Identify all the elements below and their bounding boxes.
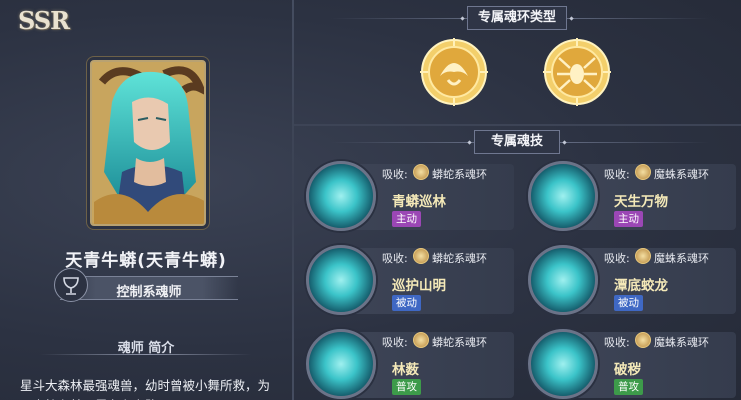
- skill-type-tag: 主动: [614, 211, 643, 227]
- skill-name: 破秽: [614, 362, 641, 378]
- skill-name: 巡护山明: [392, 278, 446, 294]
- spider-ring-mini-icon: [635, 332, 651, 348]
- skill-type-tag: 主动: [392, 211, 421, 227]
- panel-divider: [292, 0, 294, 400]
- rarity-badge: SSR: [18, 6, 70, 35]
- python-ring-icon[interactable]: [418, 36, 490, 108]
- spider-ring-icon[interactable]: [541, 36, 613, 108]
- python-ring-mini-icon: [413, 248, 429, 264]
- absorb-label: 吸收:: [604, 168, 630, 181]
- tentacle-skill-icon: [528, 161, 598, 231]
- skill-type-tag: 普攻: [614, 379, 643, 395]
- absorb-label: 吸收:: [604, 336, 630, 349]
- spider-ring-mini-icon: [635, 164, 651, 180]
- hero-portrait-art: [92, 62, 204, 224]
- hero-name: 天青牛蟒(天青牛蟒): [65, 251, 227, 271]
- skill-card[interactable]: 吸收: 蟒蛇系魂环 巡护山明 被动: [306, 242, 514, 318]
- section-divider: [294, 124, 741, 126]
- absorb-label: 吸收:: [382, 252, 408, 265]
- skill-ring-source: 魔蛛系魂环: [654, 336, 709, 349]
- skill-name: 天生万物: [614, 194, 668, 210]
- intro-text: 星斗大森林最强魂兽，幼时曾被小舞所救，为了守护在林区里存在之路: [20, 378, 271, 400]
- skill-ring-source: 蟒蛇系魂环: [432, 168, 487, 181]
- python-ring-mini-icon: [413, 164, 429, 180]
- skill-card[interactable]: 吸收: 蟒蛇系魂环 林薮 普攻: [306, 326, 514, 400]
- skill-type-tag: 被动: [392, 295, 421, 311]
- skill-name: 林薮: [392, 362, 419, 378]
- leaf-orb-skill-icon: [306, 329, 376, 399]
- hero-role: 控制系魂师: [116, 285, 182, 300]
- skill-type-tag: 被动: [614, 295, 643, 311]
- light-orb-skill-icon: [528, 329, 598, 399]
- intro-divider: [40, 354, 252, 355]
- skill-ring-source: 魔蛛系魂环: [654, 252, 709, 265]
- absorb-label: 吸收:: [604, 252, 630, 265]
- skill-name: 青蟒巡林: [392, 194, 446, 210]
- skill-ring-source: 蟒蛇系魂环: [432, 336, 487, 349]
- python-ring-mini-icon: [413, 332, 429, 348]
- absorb-label: 吸收:: [382, 168, 408, 181]
- hero-info-panel: SSR 天青牛蟒(天青牛蟒) 控制系魂师 魂师 简介 星斗大森林最强魂兽，幼时曾…: [0, 0, 292, 400]
- skill-type-tag: 普攻: [392, 379, 421, 395]
- skill-section-title: 专属魂技: [474, 130, 560, 154]
- skill-card[interactable]: 吸收: 魔蛛系魂环 破秽 普攻: [528, 326, 736, 400]
- skill-card[interactable]: 吸收: 蟒蛇系魂环 青蟒巡林 主动: [306, 158, 514, 234]
- skill-card[interactable]: 吸收: 魔蛛系魂环 潭底蛟龙 被动: [528, 242, 736, 318]
- skill-card[interactable]: 吸收: 魔蛛系魂环 天生万物 主动: [528, 158, 736, 234]
- skill-ring-source: 蟒蛇系魂环: [432, 252, 487, 265]
- dragon-skill-icon: [528, 245, 598, 315]
- hero-detail-panel: SSR 天青牛蟒(天青牛蟒) 控制系魂师 魂师 简介 星斗大森林最强魂兽，幼时曾…: [0, 0, 741, 400]
- skill-name: 潭底蛟龙: [614, 278, 668, 294]
- green-vine-skill-icon: [306, 161, 376, 231]
- skill-ring-source: 魔蛛系魂环: [654, 168, 709, 181]
- spider-ring-mini-icon: [635, 248, 651, 264]
- absorb-label: 吸收:: [382, 336, 408, 349]
- eye-skill-icon: [306, 245, 376, 315]
- ring-section-title: 专属魂环类型: [467, 6, 567, 30]
- hero-portrait[interactable]: [90, 60, 206, 226]
